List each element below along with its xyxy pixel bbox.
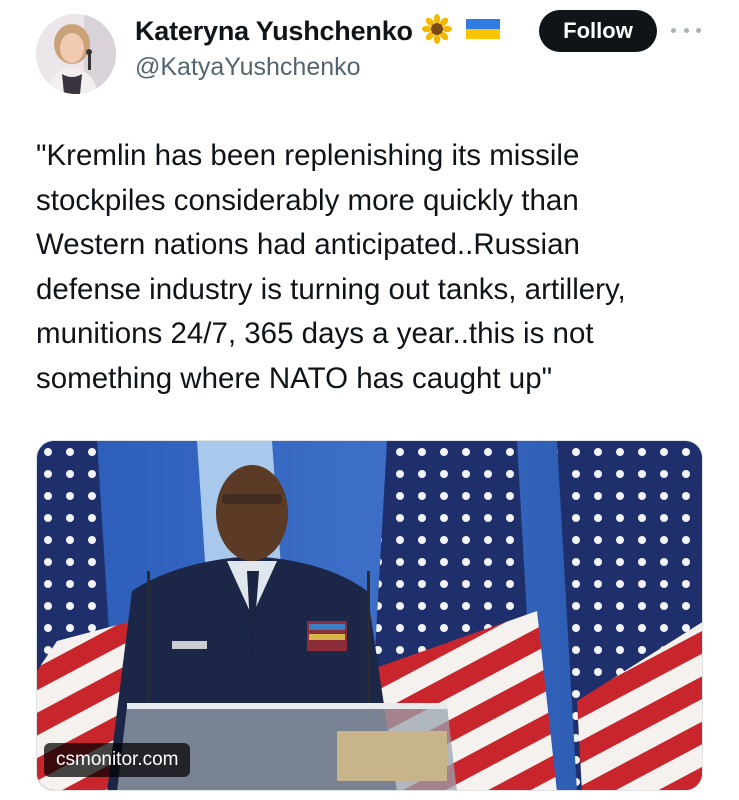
- more-dot: [696, 27, 701, 33]
- more-options-icon[interactable]: [671, 20, 701, 40]
- tweet-header: Kateryna Yushchenko @KatyaYushchenko Fol…: [0, 0, 739, 100]
- follow-button[interactable]: Follow: [539, 10, 657, 52]
- more-dot: [683, 27, 689, 33]
- tweet-media-card[interactable]: [36, 440, 703, 791]
- ukraine-flag-icon: [465, 17, 500, 46]
- more-dot: [671, 27, 676, 33]
- author-avatar[interactable]: [36, 14, 116, 94]
- media-photo: [37, 441, 702, 790]
- media-source-label[interactable]: csmonitor.com: [44, 743, 191, 777]
- author-avatar-image: [36, 14, 116, 94]
- author-name-row: Kateryna Yushchenko: [135, 14, 500, 49]
- author-handle[interactable]: @KatyaYushchenko: [135, 53, 361, 82]
- tweet-text: "Kremlin has been replenishing its missi…: [36, 139, 626, 395]
- author-display-name[interactable]: Kateryna Yushchenko: [135, 16, 413, 47]
- sunflower-icon: [421, 14, 452, 49]
